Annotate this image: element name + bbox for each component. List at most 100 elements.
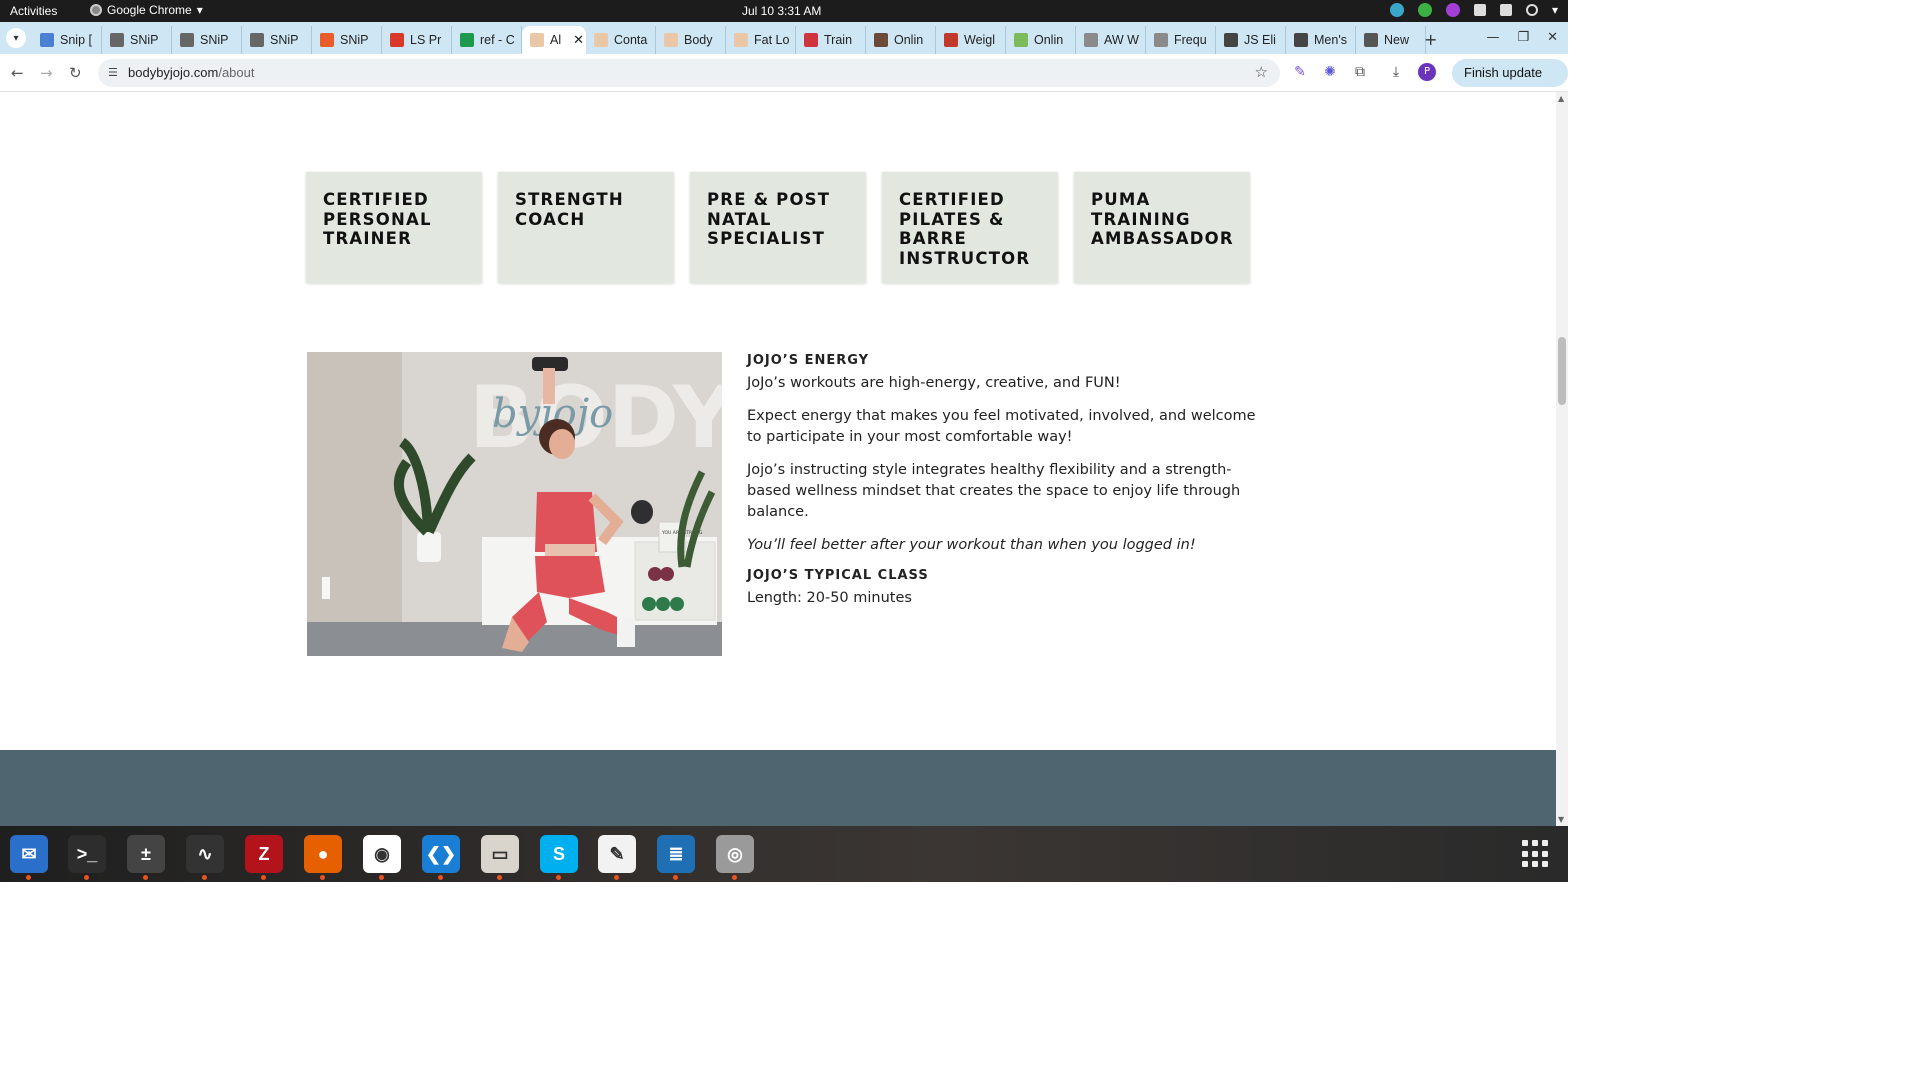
- tab-label: Frequ: [1174, 33, 1207, 47]
- caret-down-icon: ▾: [196, 3, 203, 17]
- download-icon[interactable]: ⤓: [1388, 64, 1404, 80]
- calculator-icon[interactable]: ±: [127, 835, 165, 880]
- tab-label: Fat Lo: [754, 33, 790, 47]
- browser-tab[interactable]: SNiP: [312, 26, 382, 54]
- vscode-icon[interactable]: ❮❯: [422, 835, 460, 880]
- browser-tab[interactable]: SNiP: [242, 26, 312, 54]
- credential-card: PRE & POST NATAL SPECIALIST: [690, 172, 866, 283]
- show-apps-icon[interactable]: [1522, 840, 1550, 868]
- system-tray[interactable]: ▾: [1389, 3, 1558, 17]
- tab-favicon-icon: [110, 33, 124, 47]
- scroll-up-icon[interactable]: ▲: [1558, 94, 1564, 103]
- browser-tab[interactable]: New: [1356, 26, 1426, 54]
- bookmark-star-icon[interactable]: ☆: [1255, 63, 1268, 81]
- scroll-down-icon[interactable]: ▼: [1558, 815, 1564, 824]
- tab-favicon-icon: [734, 33, 748, 47]
- browser-tab[interactable]: Al ✕: [522, 26, 586, 54]
- color-picker-icon[interactable]: [1445, 3, 1460, 17]
- browser-tab[interactable]: Fat Lo: [726, 26, 796, 54]
- class-length: Length: 20-50 minutes: [747, 590, 912, 606]
- browser-tab[interactable]: Snip [: [32, 26, 102, 54]
- minimize-icon[interactable]: —: [1486, 30, 1499, 45]
- finish-update-button[interactable]: Finish update ⋮: [1452, 59, 1568, 108]
- credential-card: PUMA TRAINING AMBASSADOR: [1074, 172, 1250, 283]
- browser-tab[interactable]: Men's: [1286, 26, 1356, 54]
- tab-label: Onlin: [894, 33, 924, 47]
- tab-label: SNiP: [200, 33, 229, 47]
- browser-tab[interactable]: Body: [656, 26, 726, 54]
- restore-icon[interactable]: ❐: [1517, 30, 1529, 45]
- puzzle-extensions-icon[interactable]: ⧉: [1352, 64, 1368, 80]
- writer-icon[interactable]: ≣: [657, 835, 695, 880]
- running-indicator: [26, 875, 31, 880]
- browser-tab[interactable]: SNiP: [172, 26, 242, 54]
- tab-favicon-icon: [594, 33, 608, 47]
- browser-tab[interactable]: Onlin: [1006, 26, 1076, 54]
- close-icon[interactable]: ✕: [1547, 30, 1558, 45]
- credential-label: CERTIFIED PILATES & BARRE INSTRUCTOR: [899, 190, 1031, 268]
- browser-tab[interactable]: Conta: [586, 26, 656, 54]
- system-monitor-icon[interactable]: ∿: [186, 835, 224, 880]
- energy-paragraph-2: Expect energy that makes you feel motiva…: [747, 408, 1256, 445]
- reload-icon[interactable]: ↻: [69, 64, 82, 82]
- power-icon[interactable]: [1525, 4, 1538, 16]
- new-tab-button[interactable]: +: [1424, 30, 1437, 49]
- tab-search-button[interactable]: ▾: [6, 28, 26, 48]
- sync-icon[interactable]: [1389, 3, 1404, 17]
- check-icon[interactable]: [1417, 3, 1432, 17]
- tab-label: Snip [: [60, 33, 92, 47]
- typical-class-heading: JOJO’S TYPICAL CLASS: [747, 568, 929, 583]
- disk-icon[interactable]: ◎: [716, 835, 754, 880]
- pen-extension-icon[interactable]: ✎: [1292, 64, 1308, 80]
- files-icon[interactable]: ▭: [481, 835, 519, 880]
- tab-close-icon[interactable]: ✕: [573, 32, 584, 48]
- tab-favicon-icon: [390, 33, 404, 47]
- url-text[interactable]: bodybyjojo.com/about: [128, 65, 254, 80]
- tab-favicon-icon: [1294, 33, 1308, 47]
- tab-label: Body: [684, 33, 713, 47]
- tab-favicon-icon: [180, 33, 194, 47]
- browser-tab[interactable]: Weigl: [936, 26, 1006, 54]
- browser-tab[interactable]: Train: [796, 26, 866, 54]
- browser-tab[interactable]: SNiP: [102, 26, 172, 54]
- running-indicator: [556, 875, 561, 880]
- back-arrow-icon[interactable]: ←: [11, 64, 24, 82]
- page-scrollbar[interactable]: ▲ ▼: [1556, 92, 1568, 826]
- gear-extension-icon[interactable]: ✺: [1322, 64, 1338, 80]
- text-editor-icon[interactable]: ✎: [598, 835, 636, 880]
- terminal-icon[interactable]: >_: [68, 835, 106, 880]
- profile-avatar[interactable]: P: [1418, 63, 1436, 81]
- browser-tab[interactable]: Onlin: [866, 26, 936, 54]
- filezilla-icon[interactable]: Z: [245, 835, 283, 880]
- trainer-photo: BODY byjojo YOU ARE STRONG: [307, 352, 722, 656]
- clock[interactable]: Jul 10 3:31 AM: [742, 4, 821, 18]
- browser-tab[interactable]: Frequ: [1146, 26, 1216, 54]
- url-path: /about: [218, 65, 255, 80]
- forward-arrow-icon[interactable]: →: [40, 64, 53, 82]
- tabs: Snip [SNiP SNiP SNiP SNiP LS Pr ref - C Al ✕ Con…: [32, 26, 1426, 54]
- skype-icon[interactable]: S: [540, 835, 578, 880]
- running-indicator: [673, 875, 678, 880]
- energy-paragraph-3: Jojo’s instructing style integrates heal…: [747, 462, 1241, 520]
- activities-button[interactable]: Activities: [10, 4, 57, 18]
- caret-down-icon[interactable]: ▾: [1552, 3, 1558, 17]
- app-menu[interactable]: Google Chrome ▾: [90, 3, 203, 17]
- chrome-icon[interactable]: ◉: [363, 835, 401, 880]
- tab-label: AW W: [1104, 33, 1139, 47]
- browser-tab[interactable]: LS Pr: [382, 26, 452, 54]
- browser-tab[interactable]: JS Eli: [1216, 26, 1286, 54]
- tab-label: JS Eli: [1244, 33, 1276, 47]
- tab-label: Conta: [614, 33, 648, 47]
- tab-label: Al: [550, 33, 562, 47]
- thunderbird-icon[interactable]: ✉: [10, 835, 48, 880]
- volume-icon[interactable]: [1499, 4, 1512, 16]
- site-info-icon[interactable]: ☰: [108, 66, 122, 80]
- energy-paragraph-1: JoJo’s workouts are high-energy, creativ…: [747, 375, 1121, 391]
- address-bar[interactable]: ☰ bodybyjojo.com/about ☆: [98, 59, 1280, 87]
- energy-tagline: You’ll feel better after your workout th…: [747, 537, 1196, 553]
- network-icon[interactable]: [1473, 4, 1486, 16]
- scroll-thumb[interactable]: [1558, 337, 1566, 405]
- firefox-icon[interactable]: ●: [304, 835, 342, 880]
- browser-tab[interactable]: ref - C: [452, 26, 522, 54]
- browser-tab[interactable]: AW W: [1076, 26, 1146, 54]
